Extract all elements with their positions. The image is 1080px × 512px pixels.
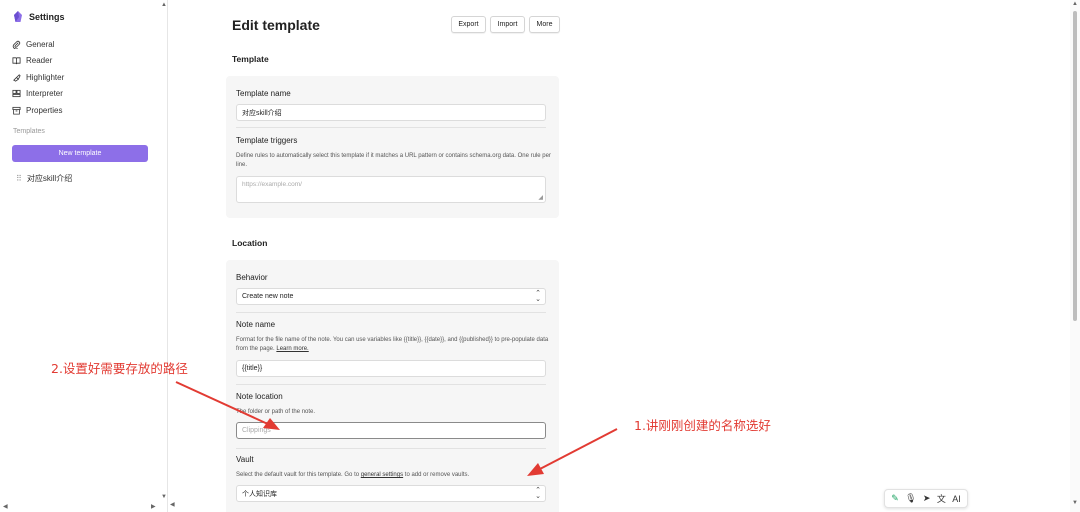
scrollbar-thumb[interactable] bbox=[1073, 11, 1077, 321]
scroll-up-icon[interactable]: ▲ bbox=[1072, 1, 1078, 7]
annotation-arrow-left bbox=[175, 381, 280, 430]
page-vertical-scrollbar[interactable]: ▲ ▼ bbox=[1070, 0, 1080, 512]
annotation-arrows bbox=[175, 381, 618, 476]
floating-toolbar: ✎ 🎙 ➤ 文 AI bbox=[884, 489, 968, 508]
annotation-arrow-right bbox=[527, 428, 618, 476]
annotation-right-text: 1.讲刚刚创建的名称选好 bbox=[634, 418, 771, 433]
main-scroll-left-icon[interactable]: ◀ bbox=[170, 501, 175, 508]
ai-icon[interactable]: AI bbox=[952, 494, 961, 504]
sparkle-pen-icon[interactable]: ✎ bbox=[891, 493, 899, 504]
microphone-icon[interactable]: 🎙 bbox=[905, 493, 916, 504]
translate-icon[interactable]: 文 bbox=[937, 492, 946, 505]
annotation-left-text: 2.设置好需要存放的路径 bbox=[51, 361, 188, 376]
send-icon[interactable]: ➤ bbox=[923, 493, 931, 504]
scroll-down-icon[interactable]: ▼ bbox=[1072, 500, 1078, 506]
